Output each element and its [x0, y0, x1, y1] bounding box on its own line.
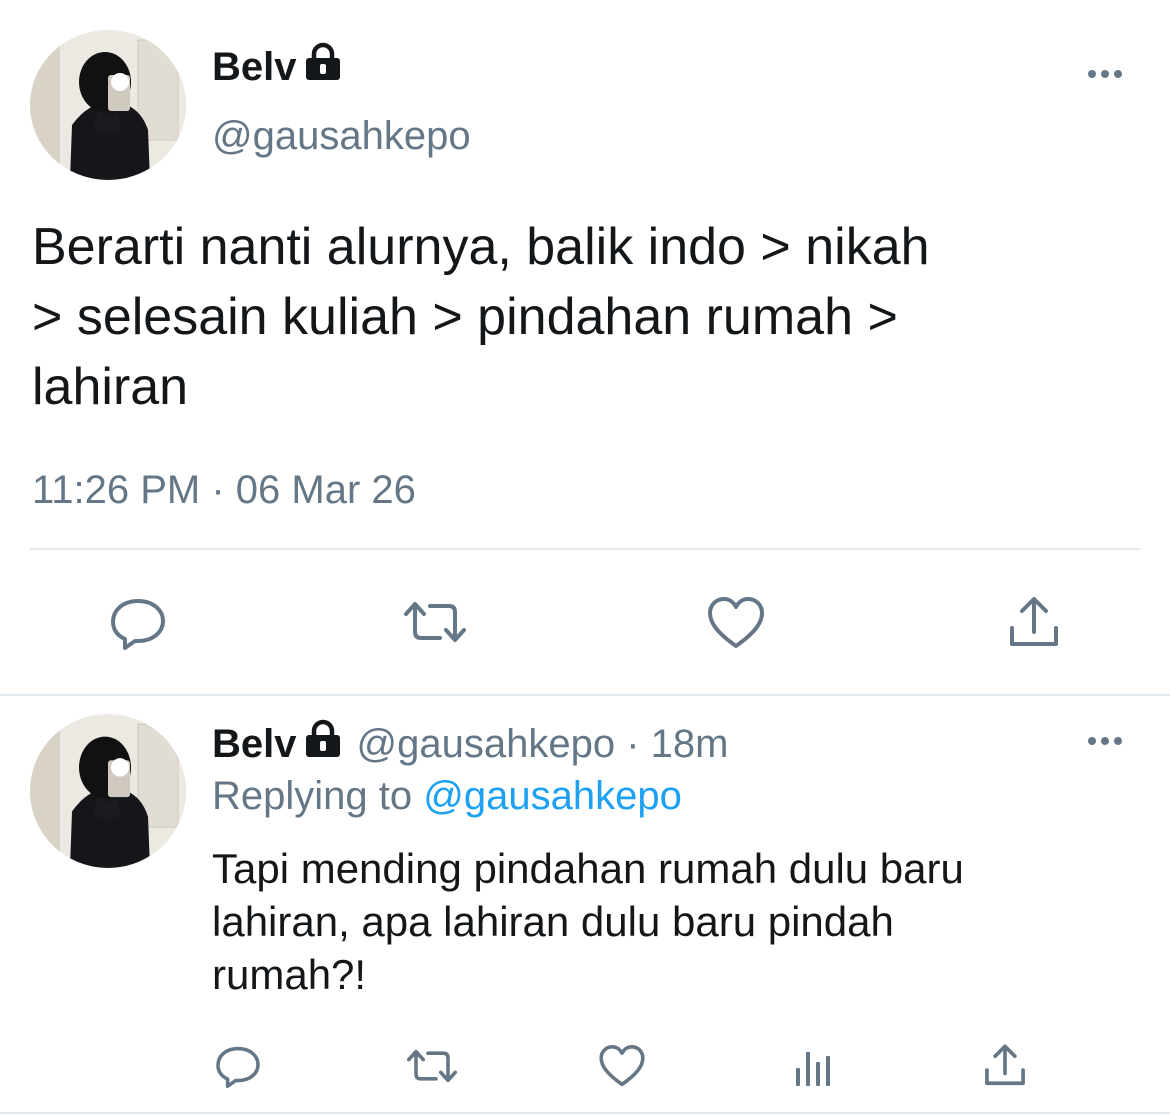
replying-to-link[interactable]: @gausahkepo [423, 774, 682, 818]
like-icon[interactable] [706, 596, 766, 650]
dot-icon [1114, 70, 1122, 78]
avatar[interactable] [30, 714, 186, 868]
tweet-text-line: > selesain kuliah > pindahan rumah > [32, 288, 898, 346]
dot-icon [1101, 70, 1109, 78]
tweet-text-line: Berarti nanti alurnya, balik indo > nika… [32, 218, 930, 276]
display-name[interactable]: Belv [212, 41, 343, 93]
reply-text: Tapi mending pindahan rumah dulu baru la… [212, 842, 964, 1001]
retweet-icon[interactable] [404, 1046, 460, 1086]
retweet-icon[interactable] [400, 598, 470, 646]
avatar-photo [30, 714, 186, 868]
lock-icon [303, 718, 343, 770]
reply-text-line: lahiran, apa lahiran dulu baru pindah [212, 898, 894, 945]
lock-icon [303, 41, 343, 93]
display-name-text: Belv [212, 44, 297, 89]
replying-to-label: Replying to [212, 774, 413, 818]
divider [0, 1112, 1170, 1114]
dot-icon [1114, 737, 1122, 745]
reply-text-line: rumah?! [212, 951, 367, 998]
tweet-text-line: lahiran [32, 358, 189, 416]
more-options-button[interactable] [1088, 737, 1122, 745]
divider [30, 548, 1140, 550]
reply-icon[interactable] [108, 596, 168, 652]
avatar[interactable] [30, 30, 186, 180]
dot-icon [1101, 737, 1109, 745]
tweet-timestamp[interactable]: 11:26 PM · 06 Mar 26 [32, 468, 416, 513]
share-icon[interactable] [1006, 594, 1062, 652]
dot-icon [1088, 737, 1096, 745]
more-options-button[interactable] [1088, 70, 1122, 78]
replying-to: Replying to @gausahkepo [212, 774, 682, 819]
tweet-text: Berarti nanti alurnya, balik indo > nika… [32, 212, 930, 422]
reply-icon[interactable] [214, 1044, 262, 1090]
display-name[interactable]: Belv [212, 718, 343, 770]
reply-text-line: Tapi mending pindahan rumah dulu baru [212, 845, 964, 892]
handle-and-time[interactable]: @gausahkepo · 18m [357, 722, 729, 767]
dot-icon [1088, 70, 1096, 78]
like-icon[interactable] [598, 1044, 646, 1088]
reply-header: Belv @gausahkepo · 18m [212, 718, 729, 770]
share-icon[interactable] [982, 1042, 1028, 1090]
display-name-text: Belv [212, 721, 297, 766]
avatar-photo [30, 30, 186, 180]
divider [0, 694, 1170, 696]
analytics-icon[interactable] [792, 1044, 836, 1088]
handle[interactable]: @gausahkepo [212, 114, 471, 159]
